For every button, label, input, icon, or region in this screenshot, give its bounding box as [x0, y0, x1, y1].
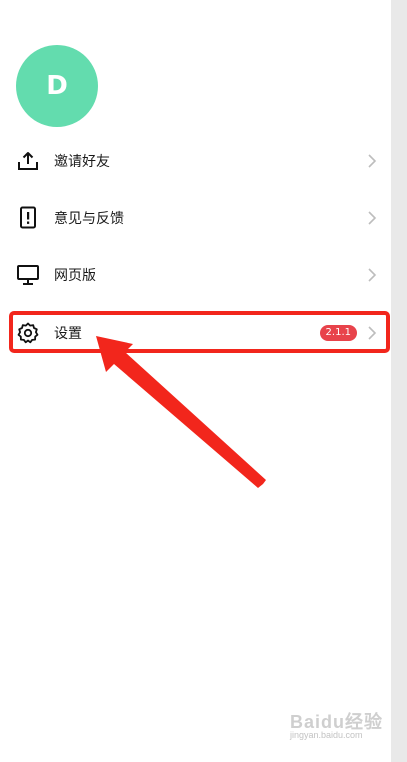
- menu-item-feedback[interactable]: 意见与反馈: [0, 198, 391, 238]
- menu-item-web-version[interactable]: 网页版: [0, 255, 391, 295]
- gear-icon: [16, 321, 40, 345]
- avatar-letter: D: [46, 71, 68, 101]
- menu-item-label: 网页版: [54, 268, 96, 284]
- chevron-right-icon: [368, 268, 377, 282]
- chevron-right-icon: [368, 211, 377, 225]
- version-badge: 2.1.1: [319, 325, 357, 341]
- menu-item-settings[interactable]: 设置 2.1.1: [0, 313, 391, 353]
- chevron-right-icon: [368, 154, 377, 168]
- menu-item-label: 邀请好友: [54, 154, 110, 170]
- menu-item-invite-friends[interactable]: 邀请好友: [0, 141, 391, 181]
- menu-item-label: 意见与反馈: [54, 211, 124, 227]
- avatar[interactable]: D: [16, 45, 98, 127]
- chevron-right-icon: [368, 326, 377, 340]
- menu-item-label: 设置: [54, 326, 82, 342]
- monitor-icon: [16, 263, 40, 287]
- upload-icon: [16, 149, 40, 173]
- background-strip: [391, 0, 407, 762]
- watermark-url: jingyan.baidu.com: [290, 730, 363, 740]
- watermark: Baidu经验 jingyan.baidu.com: [290, 708, 385, 748]
- feedback-icon: [16, 206, 40, 230]
